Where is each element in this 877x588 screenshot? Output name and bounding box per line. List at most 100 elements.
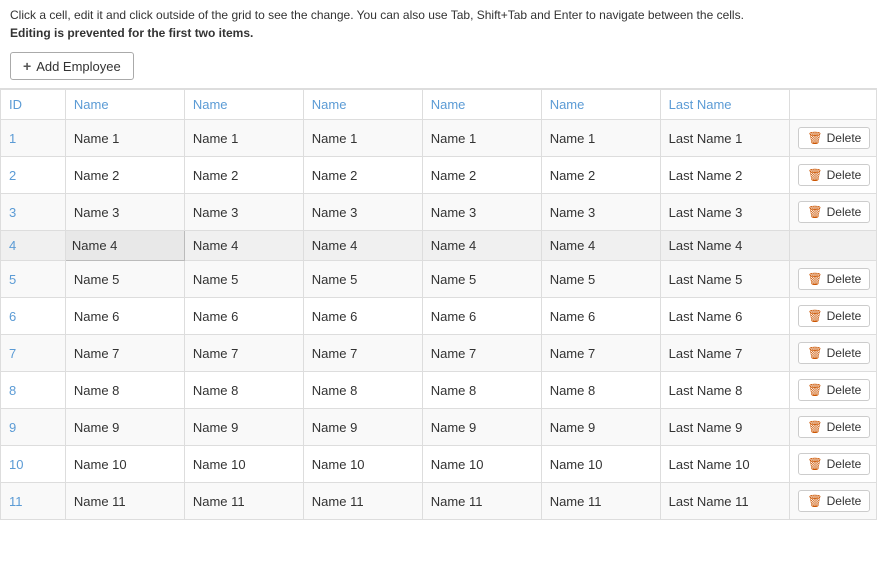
cell-name-2[interactable]: Name 6 [184,298,303,335]
cell-name-4[interactable]: Name 11 [422,483,541,520]
cell-name-4[interactable]: Name 8 [422,372,541,409]
cell-name-3[interactable]: Name 9 [303,409,422,446]
cell-name-3[interactable]: Name 4 [303,231,422,261]
delete-label: Delete [827,272,862,286]
cell-name-2[interactable]: Name 5 [184,261,303,298]
cell-name-4[interactable]: Name 10 [422,446,541,483]
cell-name-3[interactable]: Name 6 [303,298,422,335]
cell-name-5[interactable]: Name 1 [541,120,660,157]
cell-name-1[interactable]: Name 11 [65,483,184,520]
cell-name-2[interactable]: Name 4 [184,231,303,261]
cell-name-3[interactable]: Name 5 [303,261,422,298]
cell-name-1[interactable]: Name 1 [65,120,184,157]
cell-lastname[interactable]: Last Name 2 [660,157,790,194]
cell-name-4[interactable]: Name 3 [422,194,541,231]
cell-name-1[interactable]: Name 9 [65,409,184,446]
add-employee-button[interactable]: + Add Employee [10,52,134,80]
cell-name-3[interactable]: Name 7 [303,335,422,372]
cell-id[interactable]: 4 [1,231,66,261]
delete-button[interactable]: 🗑 Delete [798,164,870,186]
delete-button[interactable]: 🗑 Delete [798,268,870,290]
cell-lastname[interactable]: Last Name 10 [660,446,790,483]
cell-name-5[interactable]: Name 2 [541,157,660,194]
cell-action: 🗑Delete [790,483,877,520]
delete-button[interactable]: 🗑Delete [798,453,870,475]
cell-id[interactable]: 1 [1,120,66,157]
cell-id[interactable]: 6 [1,298,66,335]
cell-name-1[interactable]: Name 6 [65,298,184,335]
delete-label: Delete [827,205,862,219]
cell-id[interactable]: 5 [1,261,66,298]
cell-id[interactable]: 7 [1,335,66,372]
cell-name-2[interactable]: Name 10 [184,446,303,483]
cell-name-3[interactable]: Name 10 [303,446,422,483]
cell-name-3[interactable]: Name 1 [303,120,422,157]
cell-name-5[interactable]: Name 11 [541,483,660,520]
cell-id[interactable]: 2 [1,157,66,194]
cell-id[interactable]: 10 [1,446,66,483]
toolbar: + Add Employee [0,44,877,88]
cell-name-1[interactable]: Name 5 [65,261,184,298]
trash-icon: 🗑 [807,168,822,182]
cell-name-5[interactable]: Name 3 [541,194,660,231]
cell-name-5[interactable]: Name 7 [541,335,660,372]
cell-name-2[interactable]: Name 11 [184,483,303,520]
cell-action: 🗑 Delete [790,157,877,194]
cell-name-4[interactable]: Name 6 [422,298,541,335]
cell-lastname[interactable]: Last Name 3 [660,194,790,231]
delete-button[interactable]: 🗑Delete [798,305,870,327]
cell-name-4[interactable]: Name 5 [422,261,541,298]
cell-name-1[interactable]: Name 4 [65,231,184,261]
cell-id[interactable]: 8 [1,372,66,409]
cell-name-3[interactable]: Name 3 [303,194,422,231]
cell-name-5[interactable]: Name 8 [541,372,660,409]
cell-name-5[interactable]: Name 6 [541,298,660,335]
cell-name-4[interactable]: Name 7 [422,335,541,372]
delete-button[interactable]: 🗑Delete [798,379,870,401]
cell-name-3[interactable]: Name 2 [303,157,422,194]
trash-icon: 🗑 [807,383,822,397]
cell-name-2[interactable]: Name 7 [184,335,303,372]
cell-id[interactable]: 9 [1,409,66,446]
cell-name-3[interactable]: Name 11 [303,483,422,520]
delete-button[interactable]: 🗑Delete [798,127,870,149]
cell-name-2[interactable]: Name 1 [184,120,303,157]
cell-name-5[interactable]: Name 5 [541,261,660,298]
cell-name-2[interactable]: Name 8 [184,372,303,409]
delete-button[interactable]: 🗑Delete [798,416,870,438]
cell-id[interactable]: 11 [1,483,66,520]
delete-button[interactable]: 🗑Delete [798,201,870,223]
cell-name-1[interactable]: Name 10 [65,446,184,483]
employee-table: ID Name Name Name Name Name Last Name 1N… [0,89,877,520]
cell-name-5[interactable]: Name 4 [541,231,660,261]
cell-lastname[interactable]: Last Name 11 [660,483,790,520]
table-row: 7Name 7Name 7Name 7Name 7Name 7Last Name… [1,335,877,372]
cell-name-2[interactable]: Name 2 [184,157,303,194]
cell-name-1[interactable]: Name 8 [65,372,184,409]
cell-lastname[interactable]: Last Name 1 [660,120,790,157]
cell-name-4[interactable]: Name 2 [422,157,541,194]
delete-label: Delete [827,168,862,182]
cell-lastname[interactable]: Last Name 4 [660,231,790,261]
trash-icon: 🗑 [807,272,822,286]
cell-name-4[interactable]: Name 1 [422,120,541,157]
cell-name-3[interactable]: Name 8 [303,372,422,409]
cell-name-5[interactable]: Name 10 [541,446,660,483]
cell-lastname[interactable]: Last Name 8 [660,372,790,409]
cell-name-1[interactable]: Name 2 [65,157,184,194]
delete-button[interactable]: 🗑Delete [798,342,870,364]
cell-name-2[interactable]: Name 9 [184,409,303,446]
cell-id[interactable]: 3 [1,194,66,231]
delete-button[interactable]: 🗑Delete [798,490,870,512]
cell-name-1[interactable]: Name 7 [65,335,184,372]
cell-name-2[interactable]: Name 3 [184,194,303,231]
cell-name-4[interactable]: Name 9 [422,409,541,446]
cell-name-4[interactable]: Name 4 [422,231,541,261]
cell-lastname[interactable]: Last Name 5 [660,261,790,298]
cell-name-1[interactable]: Name 3 [65,194,184,231]
cell-lastname[interactable]: Last Name 9 [660,409,790,446]
cell-lastname[interactable]: Last Name 6 [660,298,790,335]
cell-lastname[interactable]: Last Name 7 [660,335,790,372]
cell-name-5[interactable]: Name 9 [541,409,660,446]
table-row: 9Name 9Name 9Name 9Name 9Name 9Last Name… [1,409,877,446]
